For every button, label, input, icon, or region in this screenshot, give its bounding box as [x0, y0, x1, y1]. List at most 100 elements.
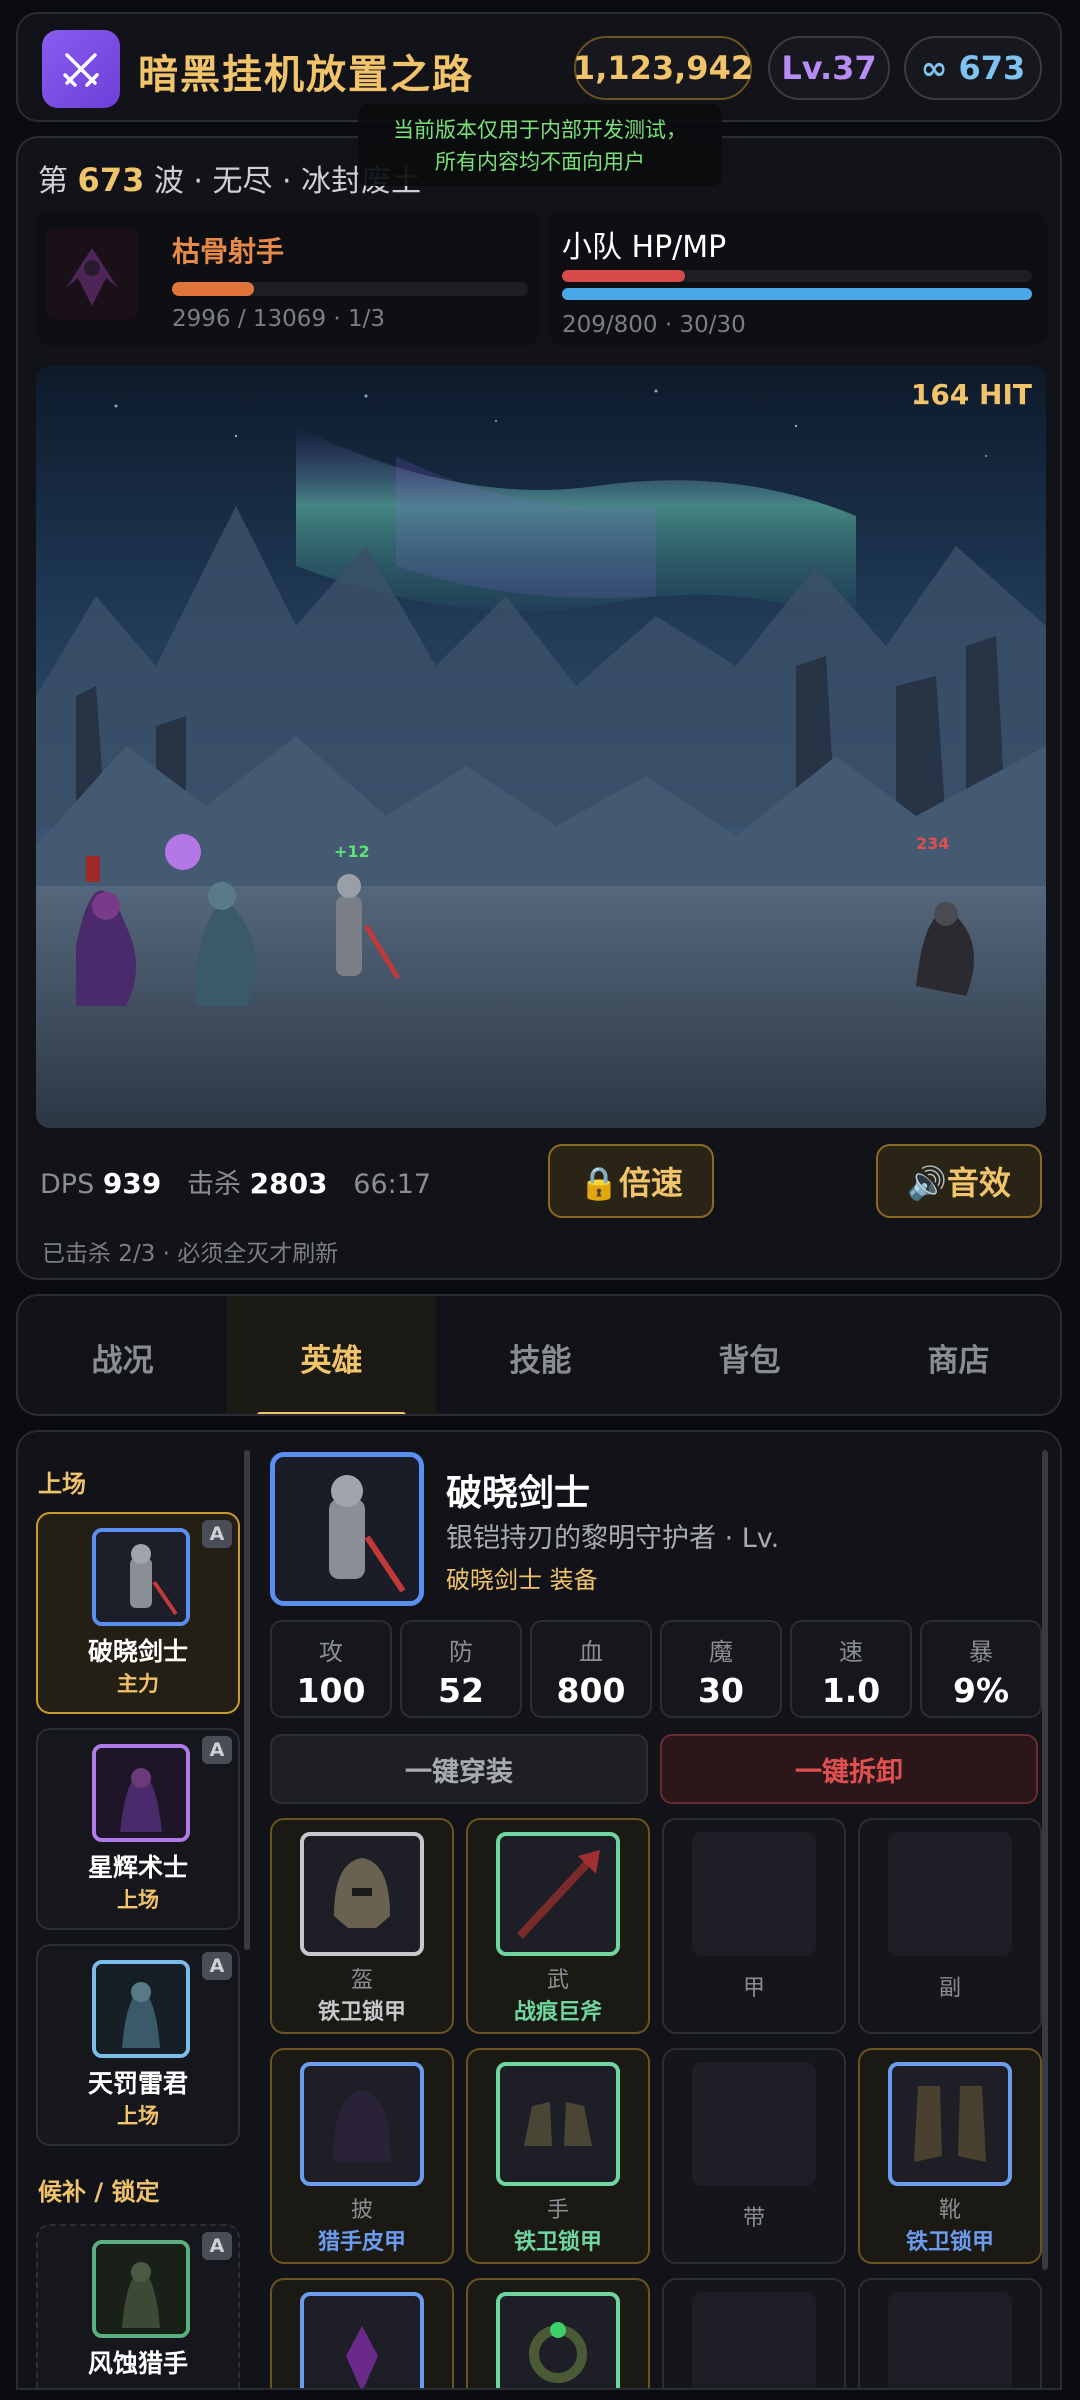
hero-detail-name: 破晓剑士: [446, 1473, 591, 1514]
sound-toggle-button[interactable]: 🔊音效: [876, 1144, 1042, 1218]
hero-panel: 上场 A 破晓剑士 主力 A 星辉术士 上场 A 天罚雷君 上场 候补 / 锁定…: [16, 1430, 1062, 2390]
equip-slot-amulet[interactable]: [270, 2278, 454, 2388]
party-mp-fill: [562, 288, 1032, 300]
stat-value: 9%: [952, 1671, 1010, 1710]
tab-shop[interactable]: 商店: [854, 1296, 1060, 1414]
equip-all-button[interactable]: 一键穿装: [270, 1734, 648, 1804]
hero-portrait: [92, 2240, 190, 2338]
tab-inventory[interactable]: 背包: [645, 1296, 854, 1414]
battle-scene[interactable]: 164 HIT +12 234: [36, 366, 1046, 1128]
hero-card-wind-hunter[interactable]: A 风蚀猎手: [36, 2224, 240, 2388]
equip-slot-boots[interactable]: 靴 铁卫锁甲: [858, 2048, 1042, 2264]
slot-item-name: 铁卫锁甲: [317, 2000, 406, 2025]
kill-progress-text: 已击杀 2/3 · 必须全灭才刷新: [42, 1241, 339, 1267]
stars: [114, 389, 987, 457]
amulet-icon: [300, 2292, 424, 2388]
enemy-hp-fill: [172, 282, 254, 296]
damage-popup: 234: [916, 834, 950, 853]
equip-slot-armor[interactable]: 甲: [662, 1818, 846, 2034]
player-level-badge[interactable]: Lv.37: [768, 36, 890, 100]
hero-detail-desc: 银铠持刃的黎明守护者 · Lv.: [446, 1523, 780, 1554]
equip-slot-ring[interactable]: [466, 2278, 650, 2388]
auto-badge: A: [202, 1736, 232, 1764]
hero-detail-portrait: [270, 1452, 424, 1606]
stat-label: 防: [449, 1638, 473, 1666]
equip-slot-empty[interactable]: [662, 2278, 846, 2388]
equip-slot-belt[interactable]: 带: [662, 2048, 846, 2264]
ring-icon: [496, 2292, 620, 2388]
hero-portrait: [92, 1528, 190, 1626]
notice-line: 当前版本仅用于内部开发测试，: [393, 118, 687, 142]
unequip-all-button[interactable]: 一键拆卸: [660, 1734, 1038, 1804]
party-hp-fill: [562, 270, 685, 282]
slot-label: 甲: [742, 1976, 765, 2001]
kills-label: 击杀: [187, 1169, 242, 1200]
stat-value: 100: [296, 1671, 366, 1710]
stat-attack: 攻 100: [270, 1620, 392, 1718]
detail-scrollbar[interactable]: [1042, 1450, 1048, 2270]
heal-popup: +12: [334, 842, 370, 861]
hero-portrait: [92, 1744, 190, 1842]
ground: [36, 886, 1046, 1128]
slot-label: 副: [938, 1976, 961, 2001]
auto-badge: A: [202, 1952, 232, 1980]
hero-card-thunder-lord[interactable]: A 天罚雷君 上场: [36, 1944, 240, 2146]
party-hp-mp-text: 209/800 · 30/30: [562, 312, 746, 338]
enemy-hp-text: 2996 / 13069 · 1/3: [172, 306, 386, 332]
slot-label: 披: [350, 2198, 373, 2223]
enemy-name: 枯骨射手: [172, 235, 285, 268]
hero-role: 主力: [117, 1672, 159, 1696]
stat-crit: 暴 9%: [920, 1620, 1042, 1718]
party-status-card: 小队 HP/MP 209/800 · 30/30: [548, 210, 1048, 346]
slot-label: 手: [546, 2198, 569, 2223]
equip-slot-offhand[interactable]: 副: [858, 1818, 1042, 2034]
dev-test-notice: 当前版本仅用于内部开发测试， 所有内容均不面向用户: [358, 104, 722, 186]
gold-counter[interactable]: 1,123,942: [573, 36, 753, 100]
equip-slot-empty[interactable]: [858, 2278, 1042, 2388]
enemy-avatar: [46, 228, 138, 320]
party-mp-bar: [562, 288, 1032, 300]
gauntlet-icon: [496, 2062, 620, 2186]
slot-item-name: 猎手皮甲: [317, 2230, 406, 2255]
auto-badge: A: [202, 2232, 232, 2260]
equip-slot-cloak[interactable]: 披 猎手皮甲: [270, 2048, 454, 2264]
stat-value: 52: [438, 1671, 484, 1710]
section-active-label: 上场: [38, 1470, 86, 1498]
empty-slot-placeholder: [692, 2292, 816, 2388]
hero-name: 星辉术士: [87, 1853, 188, 1882]
cloak-icon: [300, 2062, 424, 2186]
infinite-wave-counter[interactable]: ∞ 673: [904, 36, 1042, 100]
party-title: 小队 HP/MP: [562, 230, 727, 265]
app-title: 暗黑挂机放置之路: [138, 52, 474, 98]
stat-mana: 魔 30: [660, 1620, 782, 1718]
hero-card-dawn-swordsman[interactable]: A 破晓剑士 主力: [36, 1512, 240, 1714]
battle-panel: 第 673 波 · 无尽 · 冰封废土 枯骨射手 2996 / 13069 · …: [16, 136, 1062, 1280]
hero-name: 风蚀猎手: [87, 2349, 188, 2378]
enemy-card[interactable]: 枯骨射手 2996 / 13069 · 1/3: [36, 210, 540, 346]
section-bench-label: 候补 / 锁定: [38, 2178, 160, 2206]
hero-detail: 破晓剑士 银铠持刃的黎明守护者 · Lv. 破晓剑士 装备 攻 100 防 52 血…: [266, 1432, 1056, 2388]
wave-prefix: 第: [38, 164, 68, 199]
roster-scrollbar[interactable]: [244, 1450, 250, 1950]
hero-role: 上场: [117, 2104, 159, 2128]
speed-toggle-button[interactable]: 🔒倍速: [548, 1144, 714, 1218]
axe-icon: [496, 1832, 620, 1956]
hero-card-starlight-mage[interactable]: A 星辉术士 上场: [36, 1728, 240, 1930]
tab-battle[interactable]: 战况: [18, 1296, 227, 1414]
equip-slot-helmet[interactable]: 盔 铁卫锁甲: [270, 1818, 454, 2034]
tab-skills[interactable]: 技能: [436, 1296, 645, 1414]
dps-value: 939: [102, 1167, 162, 1200]
auto-badge: A: [202, 1520, 232, 1548]
tab-heroes[interactable]: 英雄: [227, 1296, 436, 1414]
equip-slot-weapon[interactable]: 武 战痕巨斧: [466, 1818, 650, 2034]
battle-timer: 66:17: [353, 1169, 432, 1200]
equip-slot-gloves[interactable]: 手 铁卫锁甲: [466, 2048, 650, 2264]
wave-number: 673: [77, 161, 145, 199]
stat-value: 800: [556, 1671, 626, 1710]
empty-slot-placeholder: [888, 2292, 1012, 2388]
crossed-swords-icon[interactable]: [42, 30, 120, 108]
dps-label: DPS: [40, 1169, 95, 1200]
hero-name: 破晓剑士: [87, 1637, 188, 1666]
hero-portrait: [92, 1960, 190, 2058]
stat-speed: 速 1.0: [790, 1620, 912, 1718]
